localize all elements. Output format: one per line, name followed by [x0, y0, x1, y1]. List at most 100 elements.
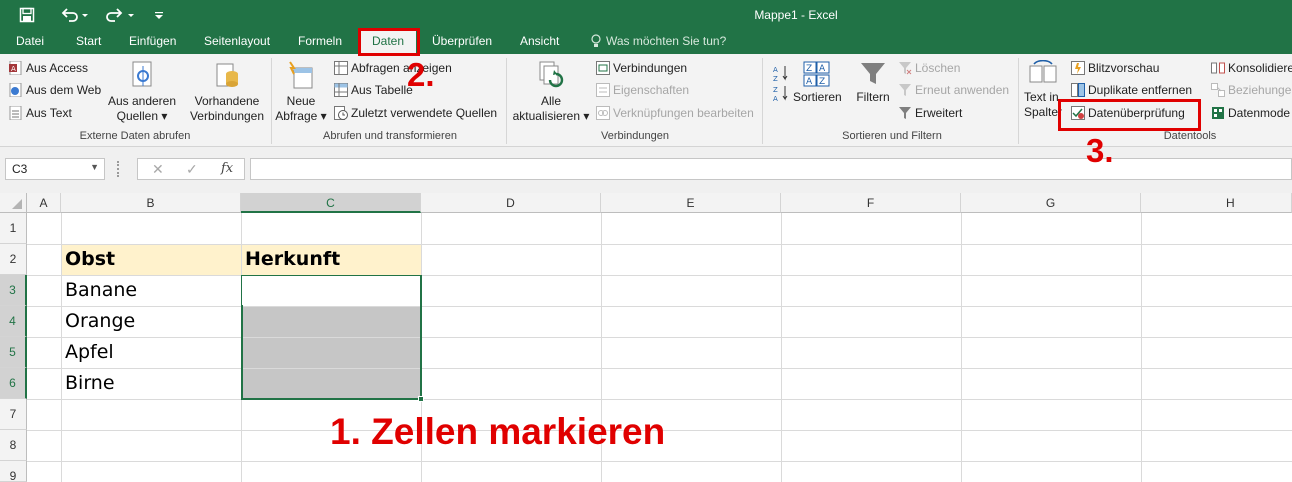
row-header-4[interactable]: 4 [0, 306, 27, 337]
cell-b3[interactable]: Banane [61, 275, 137, 305]
gridline [961, 213, 962, 482]
table-icon [334, 83, 348, 97]
advanced-filter-button[interactable]: Erweitert [898, 106, 962, 120]
from-text-label: Aus Text [26, 106, 72, 120]
row-header-5[interactable]: 5 [0, 337, 27, 368]
annotation-step-2: 2. [407, 56, 435, 93]
advanced-filter-label: Erweitert [915, 106, 963, 120]
existing-connections-button[interactable]: Vorhandene Verbindungen [187, 60, 267, 124]
from-text-button[interactable]: Aus Text [9, 105, 72, 121]
text-to-columns-label-1: Text in [1024, 90, 1059, 104]
annotation-box-validation [1058, 99, 1201, 131]
chevron-down-icon[interactable]: ▼ [90, 162, 99, 172]
data-model-label: Datenmode [1228, 106, 1291, 120]
row-header-1[interactable]: 1 [0, 213, 27, 244]
from-web-button[interactable]: Aus dem Web [9, 82, 101, 98]
cancel-icon[interactable]: ✕ [152, 161, 164, 178]
worksheet-grid[interactable]: A B C D E F G H 1 2 3 4 5 6 7 8 9 Obst H… [0, 193, 1292, 482]
cell-b6[interactable]: Birne [61, 368, 115, 398]
column-header-h[interactable]: H [1141, 193, 1292, 213]
column-header-g[interactable]: G [961, 193, 1141, 213]
formula-input[interactable] [250, 158, 1292, 180]
column-header-e[interactable]: E [601, 193, 781, 213]
other-sources-label-1: Aus anderen [107, 94, 177, 108]
insert-function-icon[interactable]: fx [221, 161, 233, 176]
formula-buttons: ✕ ✓ fx [137, 158, 245, 180]
relationships-button[interactable]: Beziehunge [1211, 83, 1291, 97]
enter-icon[interactable]: ✓ [186, 161, 198, 178]
row-header-3[interactable]: 3 [0, 275, 27, 306]
cell-b2[interactable]: Obst [61, 244, 115, 274]
tab-view[interactable]: Ansicht [520, 34, 559, 48]
properties-icon [596, 83, 610, 97]
consolidate-button[interactable]: Konsolidiere [1211, 61, 1292, 75]
recent-sources-button[interactable]: Zuletzt verwendete Quellen [334, 106, 497, 120]
tab-page-layout[interactable]: Seitenlayout [204, 34, 270, 48]
column-header-a[interactable]: A [27, 193, 61, 213]
tell-me-box[interactable]: Was möchten Sie tun? [590, 34, 726, 48]
clear-filter-button[interactable]: Löschen [898, 61, 960, 75]
select-all-corner[interactable] [0, 193, 27, 213]
column-header-f[interactable]: F [781, 193, 961, 213]
tab-review[interactable]: Überprüfen [432, 34, 492, 48]
gridline [27, 275, 1292, 276]
cell-b5[interactable]: Apfel [61, 337, 114, 367]
gridline [27, 461, 1292, 462]
tab-formulas[interactable]: Formeln [298, 34, 342, 48]
svg-text:Z: Z [806, 64, 812, 74]
remove-duplicates-label: Duplikate entfernen [1088, 83, 1193, 97]
existing-connections-icon [216, 63, 238, 87]
reapply-button[interactable]: Erneut anwenden [898, 83, 1009, 97]
tab-file[interactable]: Datei [16, 34, 44, 48]
consolidate-label: Konsolidiere [1228, 61, 1292, 75]
sort-button[interactable]: ZAAZ Sortieren [793, 60, 842, 105]
cell-c2[interactable]: Herkunft [241, 244, 340, 274]
gridline [27, 399, 1292, 400]
fill-handle[interactable] [418, 396, 424, 402]
column-header-b[interactable]: B [61, 193, 241, 213]
tab-home[interactable]: Start [76, 34, 101, 48]
flash-fill-button[interactable]: Blitzvorschau [1071, 61, 1159, 75]
row-header-7[interactable]: 7 [0, 399, 27, 430]
row-header-9[interactable]: 9 [0, 461, 27, 482]
sort-az-buttons[interactable]: AZ ZA [773, 64, 789, 102]
column-header-c[interactable]: C [241, 193, 421, 213]
from-table-button[interactable]: Aus Tabelle [334, 83, 413, 97]
tab-insert[interactable]: Einfügen [129, 34, 176, 48]
properties-button[interactable]: Eigenschaften [596, 83, 689, 97]
filter-button[interactable]: Filtern [852, 60, 894, 105]
annotation-box-data-tab [358, 28, 420, 56]
other-sources-label-2: Quellen [116, 109, 158, 123]
other-sources-icon [132, 61, 152, 87]
tell-me-text: Was möchten Sie tun? [606, 34, 727, 48]
row-header-8[interactable]: 8 [0, 430, 27, 461]
splitter-handle[interactable] [117, 161, 120, 177]
connections-button[interactable]: Verbindungen [596, 61, 687, 75]
annotation-step-3: 3. [1086, 132, 1114, 169]
connections-label: Verbindungen [613, 61, 688, 75]
name-box[interactable]: C3 ▼ [5, 158, 105, 180]
edit-links-button[interactable]: Verknüpfungen bearbeiten [596, 106, 754, 120]
column-header-d[interactable]: D [421, 193, 601, 213]
clear-filter-label: Löschen [915, 61, 961, 75]
remove-duplicates-button[interactable]: Duplikate entfernen [1071, 83, 1192, 97]
filter-label: Filtern [856, 90, 890, 104]
flash-fill-icon [1071, 61, 1085, 75]
row-header-6[interactable]: 6 [0, 368, 27, 399]
svg-text:Z: Z [773, 86, 778, 94]
row-header-2[interactable]: 2 [0, 244, 27, 275]
clock-icon [334, 106, 348, 120]
cell-b4[interactable]: Orange [61, 306, 135, 336]
refresh-all-button[interactable]: Alle aktualisieren ▾ [511, 60, 591, 124]
active-cell-c3[interactable] [242, 276, 420, 305]
new-query-icon [289, 61, 313, 89]
text-to-columns-button[interactable]: Text in Spalten [1024, 60, 1062, 120]
new-query-button[interactable]: Neue Abfrage ▾ [274, 60, 328, 124]
reapply-label: Erneut anwenden [915, 83, 1010, 97]
other-sources-button[interactable]: Aus anderen Quellen ▾ [106, 60, 178, 124]
data-model-button[interactable]: Datenmode [1211, 106, 1290, 120]
from-access-button[interactable]: A Aus Access [9, 60, 88, 76]
refresh-label-1: Alle [540, 94, 561, 108]
ribbon-separator [1018, 58, 1019, 144]
group-label-external: Externe Daten abrufen [79, 130, 191, 142]
